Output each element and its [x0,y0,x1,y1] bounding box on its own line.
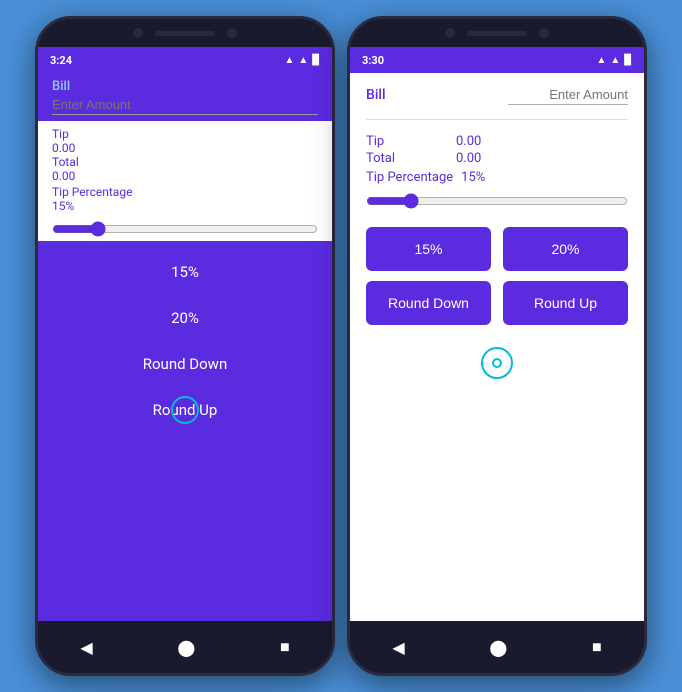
left-tip-pct-value: 15% [52,199,318,213]
left-status-icons: ▲ ▲ ▉ [284,55,320,66]
right-bill-input[interactable] [508,85,628,105]
right-btn-round-down[interactable]: Round Down [366,281,491,325]
left-nav-bar: ◀ ⬤ ■ [38,621,332,673]
left-option-15[interactable]: 15% [38,249,332,295]
left-bill-label: Bill [52,79,318,94]
left-option-20[interactable]: 20% [38,295,332,341]
right-tip-label: Tip [366,134,416,149]
right-nav-bar: ◀ ⬤ ■ [350,621,644,673]
right-btn-row-2: Round Down Round Up [366,281,628,325]
left-slider-container [38,219,332,241]
right-app-body: Bill Tip 0.00 Total 0.00 [350,73,644,621]
right-back-button[interactable]: ◀ [392,638,404,657]
right-divider [366,119,628,120]
left-dropdown-menu: 15% 20% Round Down Round Up [38,241,332,621]
right-battery-icon: ▉ [624,55,632,66]
right-tip-pct-row: Tip Percentage 15% [366,170,628,185]
signal-icon: ▲ [298,55,308,66]
left-phone: 3:24 ▲ ▲ ▉ Bill Tip 0.00 Total 0.00 Tip … [35,16,335,676]
right-wifi-icon: ▲ [596,55,606,66]
center-circle-icon [481,347,513,379]
right-btn-round-up[interactable]: Round Up [503,281,628,325]
left-status-bar: 3:24 ▲ ▲ ▉ [38,47,332,73]
left-option-20-label: 20% [171,309,199,327]
right-btn-20[interactable]: 20% [503,227,628,271]
right-bill-row: Bill [366,85,628,109]
right-signal-icon: ▲ [610,55,620,66]
left-app-header: Bill [38,73,332,121]
left-screen: Bill Tip 0.00 Total 0.00 Tip Percentage … [38,73,332,621]
right-btn-row-1: 15% 20% [366,227,628,271]
right-screen: Bill Tip 0.00 Total 0.00 [350,73,644,621]
left-phone-top [38,19,332,47]
right-tip-row: Tip 0.00 [366,134,628,149]
left-home-button[interactable]: ⬤ [177,638,195,657]
right-total-value: 0.00 [456,151,481,166]
ripple-icon [171,396,199,424]
left-speaker [155,31,215,36]
left-option-round-down-label: Round Down [143,355,228,373]
right-center-icon-row [366,347,628,379]
right-total-label: Total [366,151,416,166]
right-slider-container [366,191,628,215]
left-option-round-down[interactable]: Round Down [38,341,332,387]
right-total-row: Total 0.00 [366,151,628,166]
left-tip-pct-label: Tip Percentage [52,185,318,199]
right-camera-2 [539,28,549,38]
left-app-content: Bill Tip 0.00 Total 0.00 Tip Percentage … [38,73,332,621]
right-recent-button[interactable]: ■ [592,637,602,657]
circle-inner-icon [492,358,502,368]
right-speaker [467,31,527,36]
left-recent-button[interactable]: ■ [280,637,290,657]
right-btn-15[interactable]: 15% [366,227,491,271]
right-home-button[interactable]: ⬤ [489,638,507,657]
app-wrapper: 3:24 ▲ ▲ ▉ Bill Tip 0.00 Total 0.00 Tip … [0,0,682,692]
right-app-content: Bill Tip 0.00 Total 0.00 [350,73,644,621]
battery-icon: ▉ [312,55,320,66]
wifi-icon: ▲ [284,55,294,66]
right-tip-total-section: Tip 0.00 Total 0.00 Tip Percentage 15% [366,134,628,185]
left-option-15-label: 15% [171,263,199,281]
right-tip-pct-label: Tip Percentage [366,170,453,185]
left-bill-input[interactable] [52,95,318,115]
left-tip-slider[interactable] [52,221,318,237]
left-total-value: 0.00 [52,169,318,183]
left-camera-2 [227,28,237,38]
right-phone-top [350,19,644,47]
left-camera [133,28,143,38]
right-status-icons: ▲ ▲ ▉ [596,55,632,66]
left-tip-value: 0.00 [52,141,318,155]
right-camera [445,28,455,38]
right-status-time: 3:30 [362,54,384,67]
right-tip-pct-value: 15% [461,170,485,185]
left-info-section: Tip 0.00 Total 0.00 Tip Percentage 15% [38,121,332,219]
right-tip-value: 0.00 [456,134,481,149]
right-tip-slider[interactable] [366,193,628,209]
right-phone: 3:30 ▲ ▲ ▉ Bill Tip 0 [347,16,647,676]
right-status-bar: 3:30 ▲ ▲ ▉ [350,47,644,73]
left-status-time: 3:24 [50,54,72,67]
left-total-label: Total [52,155,318,169]
left-option-round-up[interactable]: Round Up [38,387,332,433]
left-back-button[interactable]: ◀ [80,638,92,657]
left-tip-label: Tip [52,127,318,141]
right-bill-label: Bill [366,87,386,103]
